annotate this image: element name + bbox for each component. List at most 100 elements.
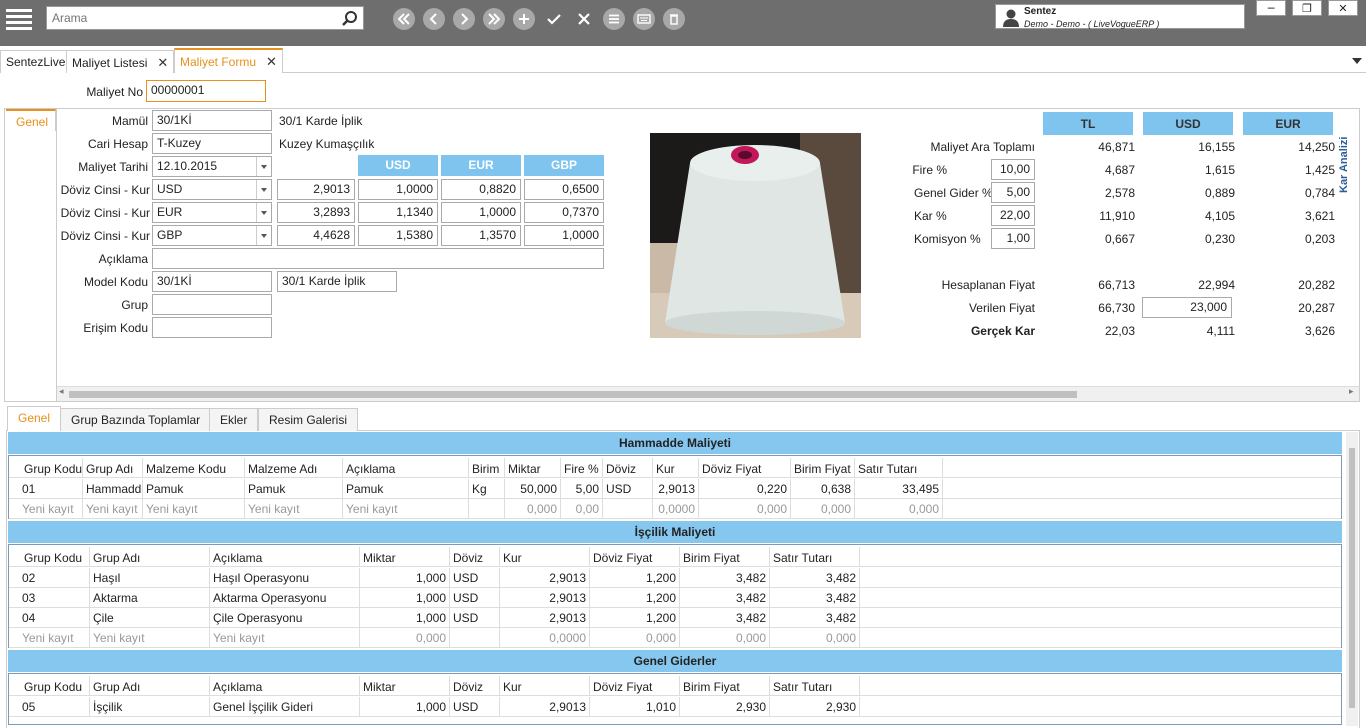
grid-cell[interactable]: 0,220 bbox=[699, 479, 791, 499]
column-header[interactable]: Birim Fiyat bbox=[791, 458, 855, 478]
column-header[interactable]: Grup Adı bbox=[90, 547, 210, 567]
grid-cell[interactable]: Aktarma bbox=[90, 588, 210, 608]
maliyet-tarihi-picker[interactable]: 12.10.2015 bbox=[152, 156, 272, 177]
new-row[interactable]: Yeni kayıt Yeni kayıt Yeni kayıt Yeni ka… bbox=[9, 499, 1341, 519]
grid-cell[interactable]: 0,000 bbox=[699, 499, 791, 519]
list-icon[interactable] bbox=[603, 8, 625, 30]
column-header[interactable]: Satır Tutarı bbox=[770, 547, 860, 567]
grid-cell[interactable]: 3,482 bbox=[680, 588, 770, 608]
grid-cell[interactable]: 0,000 bbox=[360, 628, 450, 648]
search-box[interactable] bbox=[46, 6, 364, 30]
usd-rate-field[interactable]: 1,5380 bbox=[358, 225, 438, 246]
column-header[interactable]: Miktar bbox=[360, 676, 450, 696]
column-header[interactable]: Açıklama bbox=[210, 547, 360, 567]
grid-cell[interactable]: 2,9013 bbox=[500, 588, 590, 608]
grid-cell[interactable]: Haşıl bbox=[90, 568, 210, 588]
subtab-resim-galerisi[interactable]: Resim Galerisi bbox=[258, 408, 359, 431]
last-record-icon[interactable] bbox=[483, 8, 505, 30]
grid-cell[interactable]: İşçilik bbox=[90, 697, 210, 717]
subtab-genel[interactable]: Genel bbox=[7, 406, 62, 431]
column-header[interactable]: Malzeme Kodu bbox=[143, 458, 245, 478]
close-window-button[interactable]: ✕ bbox=[1328, 0, 1358, 16]
grid-cell[interactable]: 2,9013 bbox=[500, 697, 590, 717]
currency-select[interactable]: USD bbox=[152, 179, 272, 200]
grid-cell[interactable]: 1,200 bbox=[590, 608, 680, 628]
grid-cell[interactable]: Genel İşçilik Gideri bbox=[210, 697, 360, 717]
aciklama-field[interactable] bbox=[152, 248, 604, 269]
close-tab-icon[interactable]: ✕ bbox=[157, 55, 168, 70]
kur-field[interactable]: 3,2893 bbox=[277, 202, 355, 223]
column-header[interactable]: Grup Kodu bbox=[21, 676, 90, 696]
next-record-icon[interactable] bbox=[453, 8, 475, 30]
scrollbar-thumb[interactable] bbox=[69, 391, 1077, 398]
grid-cell[interactable]: 5,00 bbox=[561, 479, 603, 499]
cari-hesap-field[interactable]: T-Kuzey bbox=[152, 133, 272, 154]
grid-cell[interactable]: Yeni kayıt bbox=[83, 499, 143, 519]
grid-cell[interactable] bbox=[450, 628, 500, 648]
column-header[interactable]: Birim Fiyat bbox=[680, 547, 770, 567]
grid-cell[interactable]: 1,000 bbox=[360, 697, 450, 717]
restore-button[interactable]: ❐ bbox=[1292, 0, 1322, 16]
grid-cell[interactable]: 0,000 bbox=[505, 499, 561, 519]
subtab-ekler[interactable]: Ekler bbox=[209, 408, 259, 431]
grid-cell[interactable]: 1,000 bbox=[360, 568, 450, 588]
new-row[interactable]: Yeni kayıt Yeni kayıt Yeni kayıt 0,000 0… bbox=[9, 628, 1341, 648]
grid-cell[interactable]: USD bbox=[450, 588, 500, 608]
kar-percent-field[interactable]: 22,00 bbox=[991, 205, 1035, 226]
product-yarn-image[interactable] bbox=[650, 133, 861, 338]
model-name-field[interactable]: 30/1 Karde İplik bbox=[277, 271, 397, 292]
grid-scrollbar-thumb[interactable] bbox=[1349, 448, 1355, 708]
column-header[interactable]: Grup Kodu bbox=[21, 458, 83, 478]
grid-cell[interactable]: Pamuk bbox=[343, 479, 469, 499]
grid-cell[interactable]: 1,010 bbox=[590, 697, 680, 717]
column-header[interactable]: Birim Fiyat bbox=[680, 676, 770, 696]
grid-cell[interactable]: 1,000 bbox=[360, 608, 450, 628]
grid-cell[interactable] bbox=[603, 499, 653, 519]
grid-cell[interactable]: Aktarma Operasyonu bbox=[210, 588, 360, 608]
tab-dropdown-icon[interactable] bbox=[1352, 58, 1362, 64]
table-row[interactable]: 02 Haşıl Haşıl Operasyonu 1,000 USD 2,90… bbox=[9, 568, 1341, 588]
kar-analizi-side-tab[interactable]: Kar Analizi bbox=[1338, 133, 1358, 193]
column-header[interactable]: Malzeme Adı bbox=[245, 458, 343, 478]
grid-cell[interactable]: 33,495 bbox=[855, 479, 943, 499]
grid-cell[interactable]: 2,9013 bbox=[500, 568, 590, 588]
grid-cell[interactable]: USD bbox=[603, 479, 653, 499]
eur-rate-field[interactable]: 1,0000 bbox=[441, 202, 521, 223]
column-header[interactable]: Açıklama bbox=[210, 676, 360, 696]
grid-cell[interactable]: 3,482 bbox=[680, 608, 770, 628]
gbp-rate-field[interactable]: 1,0000 bbox=[524, 225, 604, 246]
grid-cell[interactable]: 03 bbox=[19, 588, 90, 608]
grid-cell[interactable]: 3,482 bbox=[680, 568, 770, 588]
verilen-usd-field[interactable]: 23,000 bbox=[1142, 297, 1232, 318]
grid-cell[interactable]: 02 bbox=[19, 568, 90, 588]
grid-cell[interactable]: 2,930 bbox=[770, 697, 860, 717]
column-header[interactable]: Birim bbox=[469, 458, 505, 478]
maliyet-no-field[interactable]: 00000001 bbox=[146, 80, 266, 102]
grid-cell[interactable]: 1,200 bbox=[590, 568, 680, 588]
grid-cell[interactable]: 3,482 bbox=[770, 608, 860, 628]
table-row[interactable]: 05 İşçilik Genel İşçilik Gideri 1,000 US… bbox=[9, 697, 1341, 717]
tab-maliyet-formu[interactable]: Maliyet Formu ✕ bbox=[174, 48, 283, 73]
side-tab-genel[interactable]: Genel bbox=[6, 109, 56, 131]
save-check-icon[interactable] bbox=[543, 8, 565, 30]
grid-cell[interactable]: 04 bbox=[19, 608, 90, 628]
erisim-kodu-field[interactable] bbox=[152, 317, 272, 338]
grid-cell[interactable]: 2,9013 bbox=[653, 479, 699, 499]
grid-cell[interactable]: 3,482 bbox=[770, 568, 860, 588]
cancel-icon[interactable] bbox=[573, 8, 595, 30]
grid-cell[interactable]: Yeni kayıt bbox=[90, 628, 210, 648]
grup-field[interactable] bbox=[152, 294, 272, 315]
gbp-rate-field[interactable]: 0,6500 bbox=[524, 179, 604, 200]
eur-rate-field[interactable]: 0,8820 bbox=[441, 179, 521, 200]
grid-cell[interactable]: 50,000 bbox=[505, 479, 561, 499]
grid-cell[interactable]: 01 bbox=[19, 479, 83, 499]
table-row[interactable]: 04 Çile Çile Operasyonu 1,000 USD 2,9013… bbox=[9, 608, 1341, 628]
grid-cell[interactable]: Kg bbox=[469, 479, 505, 499]
grid-cell[interactable]: Yeni kayıt bbox=[19, 499, 83, 519]
column-header[interactable]: Kur bbox=[500, 676, 590, 696]
grid-cell[interactable]: 0,000 bbox=[855, 499, 943, 519]
keyboard-icon[interactable] bbox=[633, 8, 655, 30]
grid-cell[interactable]: USD bbox=[450, 608, 500, 628]
grid-cell[interactable]: Çile Operasyonu bbox=[210, 608, 360, 628]
grid-cell[interactable]: USD bbox=[450, 568, 500, 588]
